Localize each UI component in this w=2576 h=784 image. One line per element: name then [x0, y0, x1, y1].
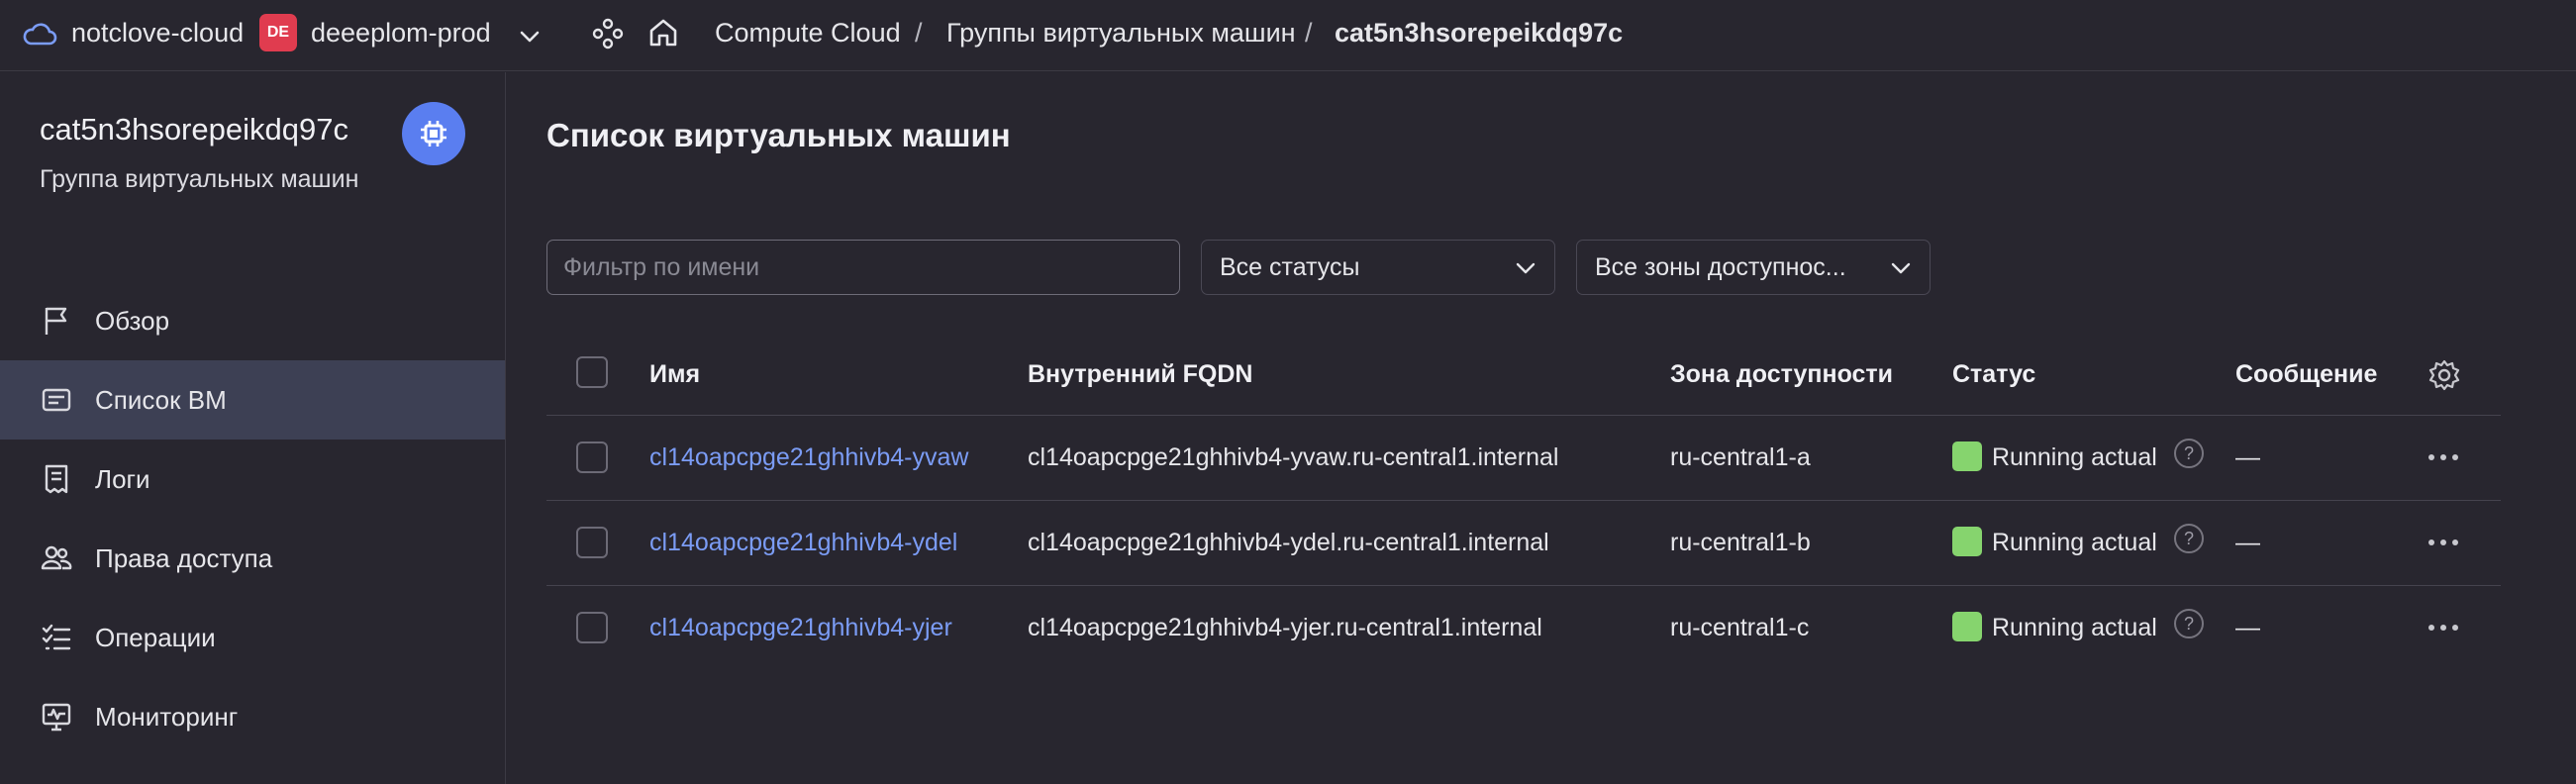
vm-name-link[interactable]: cl14oapcpge21ghhivb4-ydel: [649, 529, 957, 557]
services-icon[interactable]: [590, 16, 626, 51]
folder-name[interactable]: deeeplom-prod: [311, 18, 491, 49]
breadcrumb-current: cat5n3hsorepeikdq97c: [1335, 18, 1624, 48]
help-icon[interactable]: ?: [2174, 524, 2204, 553]
more-actions-icon[interactable]: [2426, 533, 2461, 552]
cloud-name[interactable]: notclove-cloud: [71, 18, 244, 49]
operations-icon: [42, 624, 71, 650]
name-filter-input[interactable]: [546, 240, 1180, 295]
status-running-icon: [1952, 612, 1982, 641]
sidebar-item-label: Обзор: [95, 305, 170, 336]
monitoring-icon: [42, 703, 71, 732]
breadcrumb-separator: /: [1305, 18, 1313, 48]
vm-fqdn: cl14oapcpge21ghhivb4-yvaw.ru-central1.in…: [1028, 443, 1559, 471]
vm-name-link[interactable]: cl14oapcpge21ghhivb4-yvaw: [649, 443, 968, 472]
column-header-name[interactable]: Имя: [649, 360, 700, 389]
vm-message: —: [2235, 443, 2260, 471]
vm-message: —: [2235, 529, 2260, 556]
sidebar-item-vm-list[interactable]: Список ВМ: [0, 360, 505, 440]
vm-fqdn: cl14oapcpge21ghhivb4-yjer.ru-central1.in…: [1028, 614, 1542, 641]
row-divider: [546, 585, 2501, 586]
column-header-fqdn[interactable]: Внутренний FQDN: [1028, 360, 1253, 389]
vm-zone: ru-central1-c: [1670, 614, 1810, 641]
vm-status: Running actual: [1992, 529, 2157, 556]
row-checkbox[interactable]: [576, 527, 608, 558]
vm-list-icon: [42, 388, 71, 412]
vm-zone: ru-central1-a: [1670, 443, 1811, 471]
status-running-icon: [1952, 527, 1982, 556]
column-header-zone[interactable]: Зона доступности: [1670, 360, 1893, 389]
users-icon: [41, 545, 72, 570]
chevron-down-icon: [1891, 262, 1911, 274]
vm-status: Running actual: [1992, 443, 2157, 471]
help-icon[interactable]: ?: [2174, 439, 2204, 468]
logs-icon: [45, 464, 68, 494]
home-icon[interactable]: [645, 15, 681, 50]
sidebar-item-monitoring[interactable]: Мониторинг: [0, 677, 505, 756]
zone-select-value: Все зоны доступнос...: [1595, 252, 1846, 281]
row-divider: [546, 500, 2501, 501]
gear-icon[interactable]: [2427, 358, 2461, 392]
sidebar-title: cat5n3hsorepeikdq97c: [40, 112, 348, 147]
sidebar-subtitle: Группа виртуальных машин: [40, 165, 359, 193]
vm-name-link[interactable]: cl14oapcpge21ghhivb4-yjer: [649, 614, 952, 642]
row-checkbox[interactable]: [576, 441, 608, 473]
zone-select[interactable]: Все зоны доступнос...: [1576, 240, 1931, 295]
sidebar-item-access[interactable]: Права доступа: [0, 519, 505, 598]
vm-message: —: [2235, 614, 2260, 641]
cloud-icon: [23, 23, 57, 46]
sidebar-item-label: Права доступа: [95, 542, 273, 573]
row-divider: [546, 415, 2501, 416]
breadcrumb-instance-groups[interactable]: Группы виртуальных машин: [946, 18, 1296, 49]
sidebar-item-label: Список ВМ: [95, 384, 227, 415]
chevron-down-icon[interactable]: [515, 22, 545, 51]
more-actions-icon[interactable]: [2426, 618, 2461, 637]
status-select[interactable]: Все статусы: [1201, 240, 1555, 295]
top-bar: notclove-cloud DE deeeplom-prod Compute …: [0, 0, 2576, 71]
breadcrumb-compute-cloud[interactable]: Compute Cloud: [715, 18, 901, 49]
column-header-status[interactable]: Статус: [1952, 360, 2035, 389]
vm-fqdn: cl14oapcpge21ghhivb4-ydel.ru-central1.in…: [1028, 529, 1549, 556]
help-icon[interactable]: ?: [2174, 609, 2204, 638]
chevron-down-icon: [1516, 262, 1536, 274]
breadcrumb-separator: /: [915, 18, 923, 48]
compute-logo-icon: [402, 102, 465, 165]
folder-badge: DE: [259, 14, 297, 51]
row-checkbox[interactable]: [576, 612, 608, 643]
more-actions-icon[interactable]: [2426, 447, 2461, 467]
vm-zone: ru-central1-b: [1670, 529, 1811, 556]
sidebar-item-operations[interactable]: Операции: [0, 598, 505, 677]
page-title: Список виртуальных машин: [546, 117, 1011, 153]
column-header-message[interactable]: Сообщение: [2235, 360, 2377, 389]
sidebar-item-logs[interactable]: Логи: [0, 440, 505, 519]
sidebar-item-label: Логи: [95, 463, 150, 494]
sidebar: cat5n3hsorepeikdq97c Группа виртуальных …: [0, 72, 506, 784]
flag-icon: [45, 307, 67, 335]
status-running-icon: [1952, 441, 1982, 471]
status-select-value: Все статусы: [1220, 252, 1360, 281]
sidebar-item-label: Операции: [95, 622, 216, 652]
vm-status: Running actual: [1992, 614, 2157, 641]
sidebar-item-label: Мониторинг: [95, 701, 239, 732]
sidebar-item-overview[interactable]: Обзор: [0, 281, 505, 360]
select-all-checkbox[interactable]: [576, 356, 608, 388]
